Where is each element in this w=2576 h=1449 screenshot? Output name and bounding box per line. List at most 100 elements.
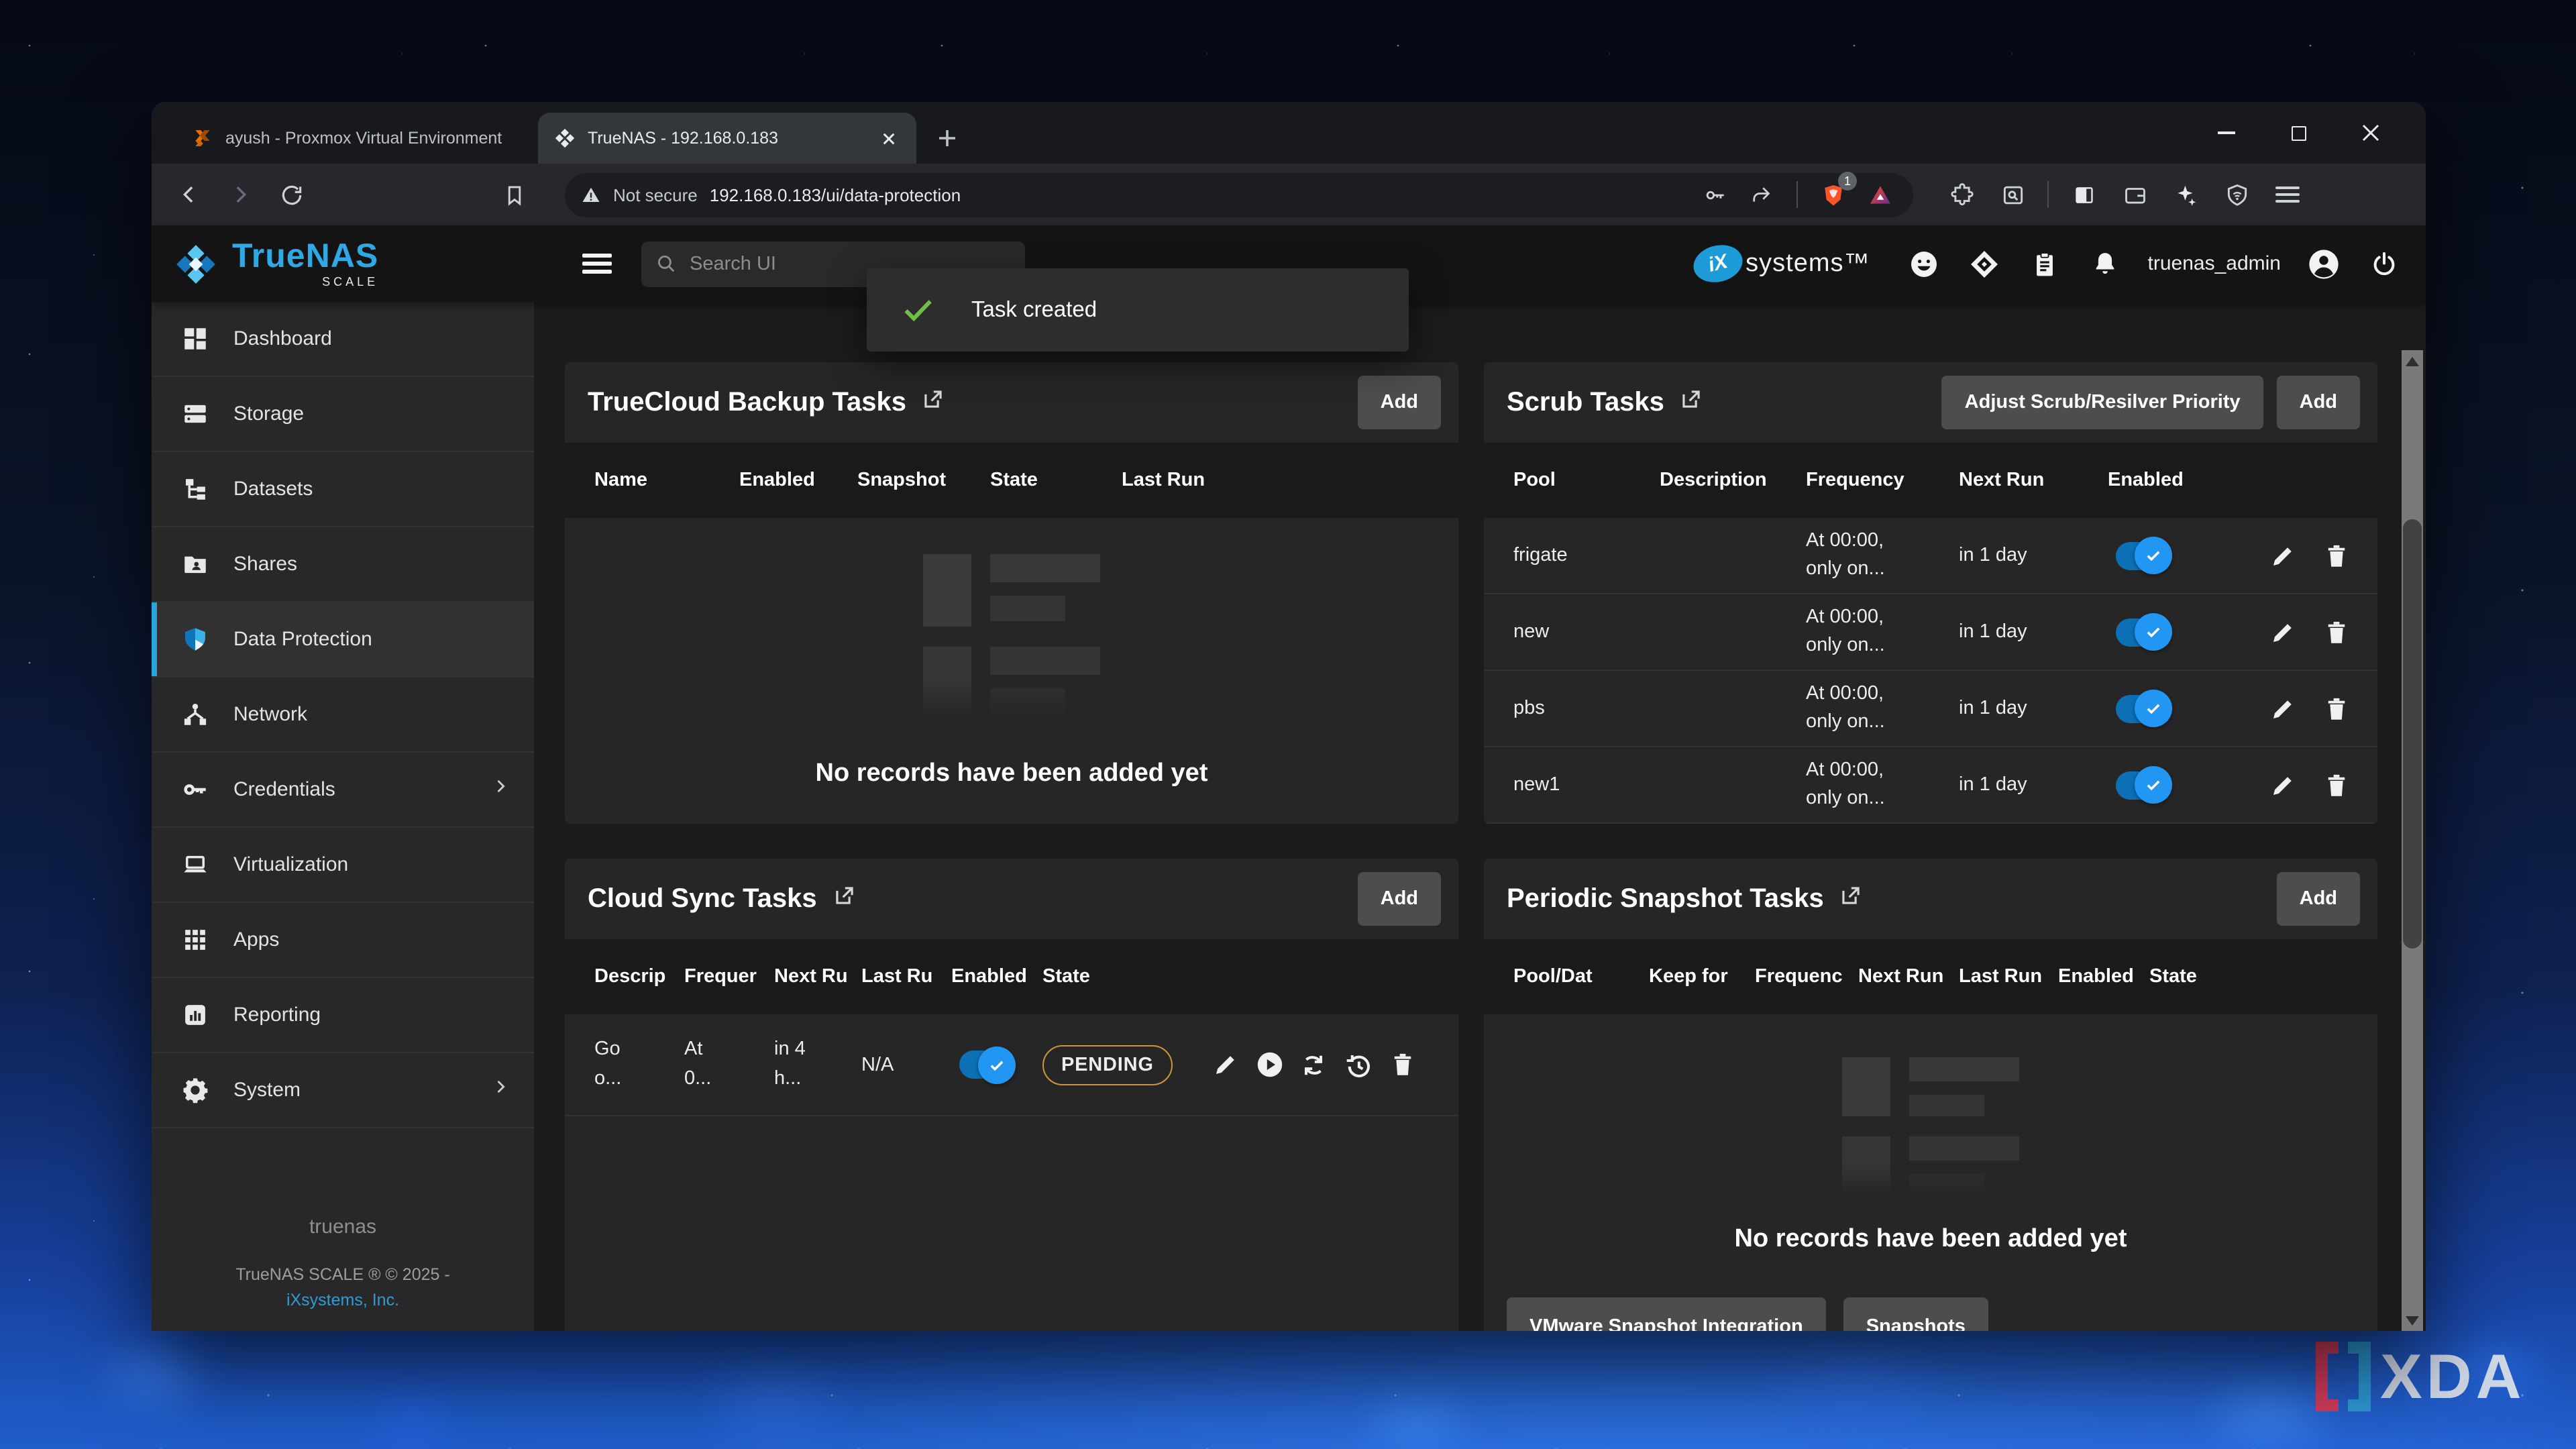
open-in-new-icon[interactable] xyxy=(921,386,947,419)
open-in-new-icon[interactable] xyxy=(832,883,857,915)
brand-edition: SCALE xyxy=(322,276,378,288)
sidebar-item-apps[interactable]: Apps xyxy=(152,903,534,978)
sidebar-item-data-protection[interactable]: Data Protection xyxy=(152,602,534,678)
sidebar-item-credentials[interactable]: Credentials xyxy=(152,753,534,828)
scrollbar-thumb[interactable] xyxy=(2403,519,2422,949)
menu-icon[interactable] xyxy=(2266,173,2309,216)
enabled-toggle[interactable] xyxy=(2116,618,2164,646)
tab-close-icon[interactable] xyxy=(876,126,900,150)
delete-icon[interactable] xyxy=(2320,692,2352,724)
edit-icon[interactable] xyxy=(2266,539,2298,572)
back-icon[interactable] xyxy=(168,173,211,216)
add-scrub-task-button[interactable]: Add xyxy=(2277,376,2360,429)
edit-icon[interactable] xyxy=(2266,769,2298,801)
vmware-snapshot-integration-button[interactable]: VMware Snapshot Integration xyxy=(1507,1297,1826,1331)
scrub-row[interactable]: new1 At 00:00,only on... in 1 day xyxy=(1484,747,2377,824)
tab-proxmox[interactable]: ayush - Proxmox Virtual Environment xyxy=(176,113,527,164)
bookmark-icon[interactable] xyxy=(492,173,535,216)
sidebar-item-shares[interactable]: Shares xyxy=(152,527,534,602)
sidebar: Dashboard Storage Datasets Shares xyxy=(152,302,534,1331)
forward-icon[interactable] xyxy=(219,173,262,216)
state-badge[interactable]: PENDING xyxy=(1042,1044,1173,1085)
delete-icon[interactable] xyxy=(2320,616,2352,648)
username-label: truenas_admin xyxy=(2148,252,2281,275)
virtualization-laptop-icon xyxy=(180,850,209,879)
truecommand-icon[interactable] xyxy=(1967,246,2002,281)
bat-rewards-icon[interactable] xyxy=(1862,177,1897,212)
sidebar-item-virtualization[interactable]: Virtualization xyxy=(152,828,534,903)
enabled-toggle[interactable] xyxy=(2116,541,2164,570)
extensions-icon[interactable] xyxy=(1940,173,1983,216)
scrollbar-up-icon[interactable] xyxy=(2402,350,2423,372)
sidebar-item-datasets[interactable]: Datasets xyxy=(152,452,534,527)
ixsystems-link[interactable]: iXsystems, Inc. xyxy=(152,1291,534,1309)
restore-history-icon[interactable] xyxy=(1342,1049,1374,1081)
scrub-row[interactable]: frigate At 00:00,only on... in 1 day xyxy=(1484,518,2377,594)
chevron-right-icon xyxy=(491,1077,510,1103)
minimize-button[interactable] xyxy=(2190,102,2262,164)
cloud-sync-row[interactable]: Goo... At0... in 4h... N/A PENDING xyxy=(565,1014,1458,1116)
new-tab-button[interactable] xyxy=(927,118,967,158)
wallet-icon[interactable] xyxy=(2113,173,2156,216)
sidebar-item-reporting[interactable]: Reporting xyxy=(152,978,534,1053)
search-tabs-icon[interactable] xyxy=(1991,173,2034,216)
card-title: TrueCloud Backup Tasks xyxy=(588,387,906,418)
run-now-icon[interactable] xyxy=(1253,1049,1285,1081)
sidebar-item-network[interactable]: Network xyxy=(152,678,534,753)
jobs-clipboard-icon[interactable] xyxy=(2027,246,2062,281)
xda-left-bracket xyxy=(2316,1341,2339,1411)
scrub-row[interactable]: pbs At 00:00,only on... in 1 day xyxy=(1484,671,2377,747)
share-icon[interactable] xyxy=(1744,177,1779,212)
delete-icon[interactable] xyxy=(2320,539,2352,572)
truecloud-backup-card: TrueCloud Backup Tasks Add Name Enabled … xyxy=(565,362,1458,824)
brave-shield-icon[interactable]: 1 xyxy=(1815,177,1850,212)
sidebar-item-system[interactable]: System xyxy=(152,1053,534,1128)
sidebar-item-storage[interactable]: Storage xyxy=(152,377,534,452)
edit-icon[interactable] xyxy=(2266,692,2298,724)
open-in-new-icon[interactable] xyxy=(1679,386,1705,419)
edit-icon[interactable] xyxy=(2266,616,2298,648)
adjust-scrub-priority-button[interactable]: Adjust Scrub/Resilver Priority xyxy=(1942,376,2263,429)
toast-message: Task created xyxy=(971,297,1097,323)
toast-notification[interactable]: Task created xyxy=(867,268,1409,352)
sidebar-item-dashboard[interactable]: Dashboard xyxy=(152,302,534,377)
account-avatar-icon[interactable] xyxy=(2306,246,2341,281)
security-label[interactable]: Not secure xyxy=(613,184,698,205)
tab-truenas[interactable]: TrueNAS - 192.168.0.183 xyxy=(538,113,916,164)
enabled-toggle[interactable] xyxy=(2116,771,2164,799)
vpn-shield-icon[interactable] xyxy=(2215,173,2258,216)
truenas-logo[interactable]: TrueNAS SCALE xyxy=(152,239,534,288)
reload-icon[interactable] xyxy=(270,173,313,216)
ixsystems-logo[interactable]: iX systems™ xyxy=(1693,246,1870,282)
add-cloud-sync-button[interactable]: Add xyxy=(1358,872,1441,926)
delete-icon[interactable] xyxy=(2320,769,2352,801)
notifications-bell-icon[interactable] xyxy=(2088,246,2123,281)
url-text[interactable]: 192.168.0.183/ui/data-protection xyxy=(710,184,1685,205)
leo-ai-icon[interactable] xyxy=(2164,173,2207,216)
close-button[interactable] xyxy=(2334,102,2407,164)
open-in-new-icon[interactable] xyxy=(1839,883,1864,915)
password-key-icon[interactable] xyxy=(1697,177,1732,212)
address-bar[interactable]: Not secure 192.168.0.183/ui/data-protect… xyxy=(565,172,1913,217)
sync-icon[interactable] xyxy=(1297,1049,1330,1081)
scrollbar-down-icon[interactable] xyxy=(2402,1309,2423,1331)
delete-icon[interactable] xyxy=(1386,1049,1418,1081)
add-snapshot-task-button[interactable]: Add xyxy=(2277,872,2360,926)
browser-toolbar: Not secure 192.168.0.183/ui/data-protect… xyxy=(152,164,2426,225)
add-truecloud-task-button[interactable]: Add xyxy=(1358,376,1441,429)
edit-icon[interactable] xyxy=(1209,1049,1241,1081)
feedback-smiley-icon[interactable] xyxy=(1907,246,1941,281)
scrub-row[interactable]: new At 00:00,only on... in 1 day xyxy=(1484,594,2377,671)
sidenav-toggle-icon[interactable] xyxy=(582,254,612,274)
copyright-label: TrueNAS SCALE ® © 2025 - xyxy=(152,1265,534,1284)
page-scrollbar[interactable] xyxy=(2402,350,2423,1331)
power-icon[interactable] xyxy=(2367,246,2402,281)
snapshots-button[interactable]: Snapshots xyxy=(1843,1297,1988,1331)
sidebar-panel-icon[interactable] xyxy=(2062,173,2105,216)
maximize-button[interactable] xyxy=(2262,102,2334,164)
header-actions: iX systems™ truenas_admin xyxy=(1693,246,2426,282)
empty-message: No records have been added yet xyxy=(816,759,1208,788)
credentials-key-icon xyxy=(180,775,209,804)
enabled-toggle[interactable] xyxy=(2116,694,2164,722)
enabled-toggle[interactable] xyxy=(959,1051,1008,1079)
